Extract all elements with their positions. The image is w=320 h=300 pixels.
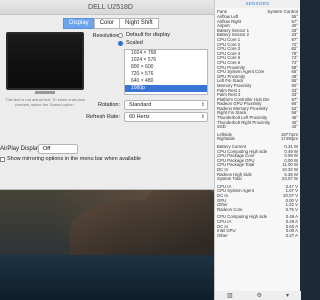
- sensor-name: Radeon Core: [217, 206, 243, 212]
- radio-selected-icon[interactable]: [118, 40, 123, 46]
- chevron-updown-icon: ⇕: [200, 102, 205, 108]
- display-preferences-window: DELL U2518D Display Color Night Shift Th…: [0, 0, 222, 190]
- sensors-header: SENSORS: [215, 0, 300, 8]
- menu-icon[interactable]: ▾: [286, 292, 289, 299]
- rotation-value: Standard: [129, 102, 152, 108]
- resolution-item[interactable]: 720 × 576: [125, 71, 207, 78]
- airplay-value: Off: [43, 146, 51, 152]
- resolution-label: Resolution:: [92, 33, 120, 39]
- mirroring-option[interactable]: Show mirroring options in the menu bar w…: [0, 156, 141, 162]
- sensor-value: 1749rpm: [281, 136, 298, 142]
- resolution-item[interactable]: 1024 × 576: [125, 57, 207, 64]
- sensor-value: 23.07 W: [281, 176, 298, 182]
- power-list: Battery Current 0.31 W CPU Computing High …: [215, 144, 300, 182]
- rotation-label: Rotation:: [97, 102, 120, 108]
- sensors-panel: SENSORS Fans System Control Airflow Left…: [214, 0, 301, 300]
- mirroring-checkbox[interactable]: [0, 156, 5, 162]
- window-title: DELL U2518D: [0, 0, 221, 15]
- sensor-name: Other: [217, 232, 228, 238]
- voltage-list: CPU IA 0.47 V CPU System Agent 1.07 V DC In 2…: [215, 184, 300, 213]
- resolution-item[interactable]: 640 × 480: [125, 78, 207, 85]
- sensor-name: Rightside: [217, 136, 235, 142]
- airplay-select[interactable]: Off: [38, 144, 78, 154]
- current-row: Other 0.27 A: [215, 232, 300, 239]
- tab-night-shift[interactable]: Night Shift: [119, 18, 159, 29]
- resolution-scaled-option[interactable]: Scaled: [118, 40, 143, 46]
- refresh-rate-value: 60 Hertz: [129, 114, 150, 120]
- wallpaper-sea: [0, 255, 240, 300]
- mirroring-label: Show mirroring options in the menu bar w…: [7, 156, 141, 162]
- fan-list: Leftside 1877rpm Rightside 1749rpm: [215, 132, 300, 142]
- tab-display[interactable]: Display: [63, 18, 95, 29]
- sensor-footer: ▥ ⚙ ▾: [215, 291, 301, 300]
- sensor-name: System Total: [217, 176, 242, 182]
- sensor-value: 0.75 V: [285, 206, 298, 212]
- rotation-select[interactable]: Standard ⇕: [124, 100, 208, 110]
- tab-color[interactable]: Color: [93, 18, 121, 29]
- sensor-value: 42°: [291, 124, 299, 130]
- tab-bar: Display Color Night Shift: [63, 18, 159, 29]
- sensor-name: SSD: [217, 124, 226, 130]
- sensor-value: 0.27 A: [285, 232, 298, 238]
- chevron-updown-icon: ⇕: [200, 114, 205, 120]
- resolution-item[interactable]: 800 × 600: [125, 64, 207, 71]
- resolution-item-selected[interactable]: 1080p: [125, 85, 207, 92]
- scaled-option-label: Scaled: [126, 40, 143, 46]
- resolution-list[interactable]: 1024 × 768 1024 × 576 800 × 600 720 × 57…: [124, 49, 208, 95]
- gear-icon[interactable]: ⚙: [257, 292, 262, 299]
- default-option-label: Default for display: [126, 32, 171, 38]
- radio-icon[interactable]: [118, 32, 123, 38]
- monitor-preview: [6, 32, 84, 90]
- resolution-default-option[interactable]: Default for display: [118, 32, 170, 38]
- temperature-list: Airflow Left 55° Airflow Right 57° Airport 40…: [215, 14, 300, 130]
- refresh-rate-select[interactable]: 60 Hertz ⇕: [124, 112, 208, 122]
- airplay-label: AirPlay Display:: [0, 146, 43, 152]
- preview-caption: This text is not actual text. To show a …: [5, 97, 85, 107]
- resolution-item[interactable]: 1024 × 768: [125, 50, 207, 57]
- refresh-rate-label: Refresh Rate:: [86, 114, 120, 120]
- monitor-stand: [35, 91, 55, 94]
- current-list: CPU Computing High side 0.49 A CPU IA 0.29 …: [215, 215, 300, 238]
- graph-icon[interactable]: ▥: [227, 292, 233, 299]
